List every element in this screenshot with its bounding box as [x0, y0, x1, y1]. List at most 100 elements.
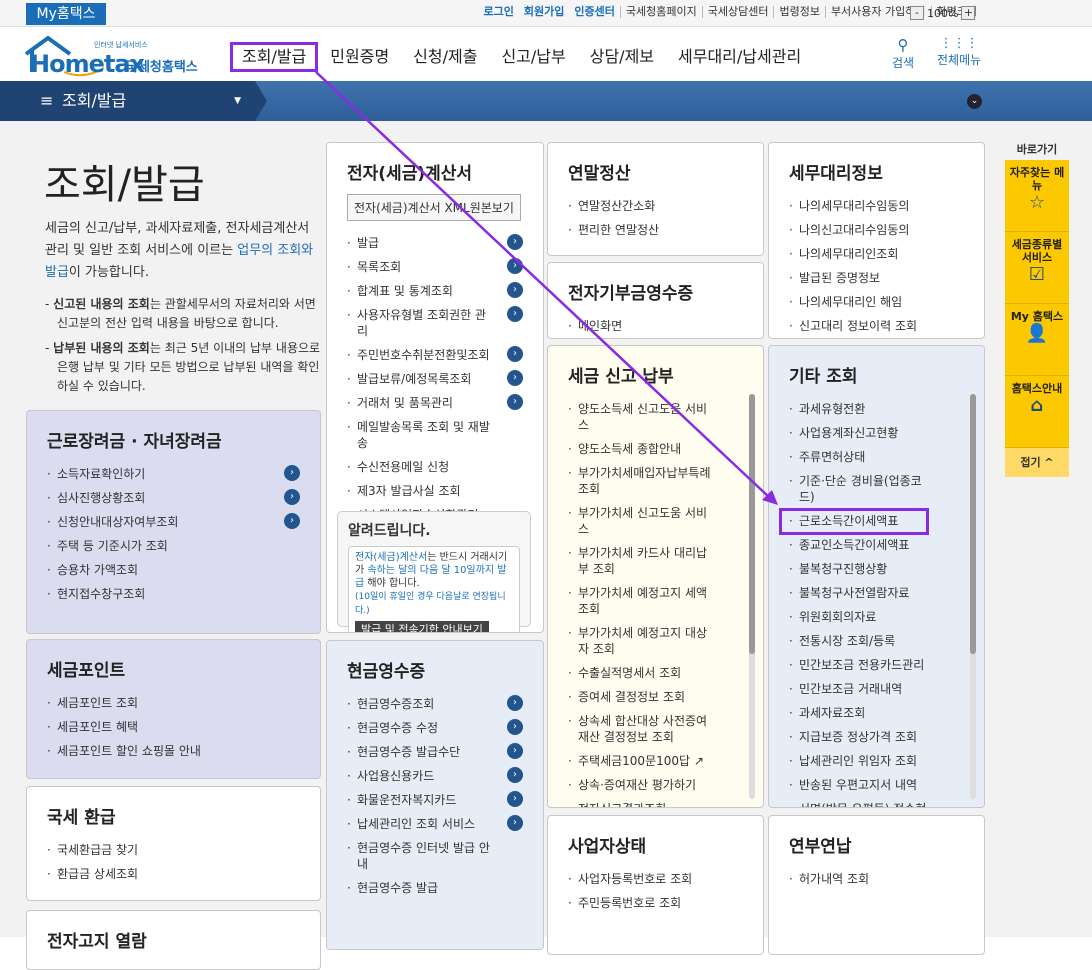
deadline-guide-button[interactable]: 발급 및 전송기한 안내보기 — [355, 621, 489, 632]
menu-item[interactable]: 사업자등록번호로 조회 — [568, 867, 743, 891]
menu-item[interactable]: 허가내역 조회 — [789, 867, 964, 891]
xml-view-button[interactable]: 전자(세금)계산서 XML원본보기 — [347, 194, 521, 221]
menu-item[interactable]: 전통시장 조회/등록 — [789, 629, 964, 653]
menu-item[interactable]: 메인화면 — [568, 314, 743, 338]
chevron-right-icon[interactable]: › — [507, 791, 523, 807]
quick-link-3[interactable]: 홈택스안내 ⌂ — [1005, 376, 1069, 448]
menu-item[interactable]: 부가가치세 예정고지 세액조회 — [568, 581, 743, 621]
menu-item[interactable]: 화물운전자복지카드 › — [347, 788, 523, 812]
current-menu-dropdown[interactable]: ≡ 조회/발급 ▼ — [0, 81, 267, 121]
expand-icon[interactable]: ⌄ — [967, 94, 982, 109]
menu-item[interactable]: 사용자유형별 조회권한 관리 › — [347, 303, 523, 343]
menu-item[interactable]: 납세관리인 조회 서비스 › — [347, 812, 523, 836]
chevron-right-icon[interactable]: › — [284, 465, 300, 481]
fold-button[interactable]: 접기 ^ — [1005, 448, 1069, 477]
menu-item[interactable]: 주민번호수취분전환및조회 › — [347, 343, 523, 367]
menu-item[interactable]: 납세관리인 위임자 조회 — [789, 749, 964, 773]
menu-item[interactable]: 나의세무대리인조회 — [789, 242, 964, 266]
chevron-right-icon[interactable]: › — [507, 394, 523, 410]
menu-item[interactable]: 사업용신용카드 › — [347, 764, 523, 788]
menu-item[interactable]: 과세유형전환 — [789, 397, 964, 421]
top-link-5[interactable]: 법령정보 — [773, 6, 824, 18]
menu-item[interactable]: 소득자료확인하기 › — [47, 462, 300, 486]
menu-item[interactable]: 발급보류/예정목록조회 › — [347, 367, 523, 391]
gnb-item-5[interactable]: 세무대리/납세관리 — [666, 42, 813, 72]
menu-item[interactable]: 주택 등 기준시가 조회 — [47, 534, 300, 558]
top-link-3[interactable]: 국세청홈페이지 — [619, 6, 702, 18]
gnb-item-3[interactable]: 신고/납부 — [489, 42, 577, 72]
menu-item[interactable]: 현금영수증 발급 — [347, 876, 523, 900]
hometax-logo[interactable]: Hometax 인터넷 납세서비스 국세청홈택스 — [24, 35, 209, 78]
menu-item[interactable]: 불복청구진행상황 — [789, 557, 964, 581]
chevron-right-icon[interactable]: › — [507, 767, 523, 783]
chevron-right-icon[interactable]: › — [507, 695, 523, 711]
zoom-in-button[interactable]: + — [961, 6, 976, 20]
menu-item[interactable]: 현금영수증 수정 › — [347, 716, 523, 740]
menu-item[interactable]: 연말정산간소화 — [568, 194, 743, 218]
scrollbar-thumb[interactable] — [749, 394, 755, 654]
quick-link-2[interactable]: My 홈택스 👤 — [1005, 304, 1069, 376]
menu-item[interactable]: 민간보조금 거래내역 — [789, 677, 964, 701]
menu-item[interactable]: 부가가치세매입자납부특례조회 — [568, 461, 743, 501]
menu-item[interactable]: 부가가치세 카드사 대리납부 조회 — [568, 541, 743, 581]
menu-item[interactable]: 나의신고대리수임동의 — [789, 218, 964, 242]
chevron-right-icon[interactable]: › — [507, 282, 523, 298]
menu-item[interactable]: 나의세무대리인 해임 — [789, 290, 964, 314]
menu-item[interactable]: 지급보증 정상가격 조회 — [789, 725, 964, 749]
menu-item[interactable]: 나의세무대리수임동의 — [789, 194, 964, 218]
scrollbar[interactable] — [970, 394, 976, 799]
top-link-0[interactable]: 로그인 — [479, 6, 519, 18]
menu-item[interactable]: 목록조회 › — [347, 255, 523, 279]
chevron-right-icon[interactable]: › — [284, 489, 300, 505]
menu-item[interactable]: 세금포인트 할인 쇼핑몰 안내 — [47, 739, 300, 763]
menu-item[interactable]: 합계표 및 통계조회 › — [347, 279, 523, 303]
menu-item[interactable]: 과세자료조회 — [789, 701, 964, 725]
menu-item[interactable]: 신청안내대상자여부조회 › — [47, 510, 300, 534]
gnb-item-2[interactable]: 신청/제출 — [401, 42, 489, 72]
menu-item[interactable]: 불복청구사전열람자료 — [789, 581, 964, 605]
menu-item[interactable]: 거래처 및 품목관리 › — [347, 391, 523, 415]
menu-item[interactable]: 심사진행상황조회 › — [47, 486, 300, 510]
quick-link-0[interactable]: 자주찾는 메뉴 ☆ — [1005, 160, 1069, 232]
menu-item[interactable]: 종교인소득간이세액표 — [789, 533, 964, 557]
menu-item[interactable]: 위원회회의자료 — [789, 605, 964, 629]
menu-item[interactable]: 메일발송목록 조회 및 재발송 — [347, 415, 523, 455]
chevron-right-icon[interactable]: › — [507, 815, 523, 831]
menu-item[interactable]: 세금포인트 혜택 — [47, 715, 300, 739]
chevron-right-icon[interactable]: › — [507, 743, 523, 759]
menu-item[interactable]: 양도소득세 종합안내 — [568, 437, 743, 461]
menu-item[interactable]: 반송된 우편고지서 내역 — [789, 773, 964, 797]
menu-item[interactable]: 승용차 가액조회 — [47, 558, 300, 582]
menu-item[interactable]: 현금영수증 발급수단 › — [347, 740, 523, 764]
top-link-2[interactable]: 인증센터 — [569, 6, 619, 18]
menu-item[interactable]: 발급된 증명정보 — [789, 266, 964, 290]
chevron-right-icon[interactable]: › — [507, 234, 523, 250]
gnb-item-0[interactable]: 조회/발급 — [230, 42, 319, 72]
menu-item[interactable]: 민간보조금 전용카드관리 — [789, 653, 964, 677]
my-hometax-tab[interactable]: My홈택스 — [26, 3, 106, 25]
chevron-right-icon[interactable]: › — [507, 306, 523, 322]
chevron-right-icon[interactable]: › — [507, 370, 523, 386]
all-menu-button[interactable]: ⋮⋮⋮ 전체메뉴 — [937, 36, 981, 68]
menu-item[interactable]: 양도소득세 신고도움 서비스 — [568, 397, 743, 437]
menu-item[interactable]: 국세환급금 찾기 — [47, 838, 300, 862]
menu-item[interactable]: 상속·증여재산 평가하기 — [568, 773, 743, 797]
gnb-item-4[interactable]: 상담/제보 — [578, 42, 666, 72]
gnb-item-1[interactable]: 민원증명 — [318, 42, 401, 72]
menu-item[interactable]: 사업용계좌신고현황 — [789, 421, 964, 445]
menu-item[interactable]: 주택세금100문100답 ↗ — [568, 749, 743, 773]
menu-item[interactable]: 주류면허상태 — [789, 445, 964, 469]
menu-item[interactable]: 상속세 합산대상 사전증여재산 결정정보 조회 — [568, 709, 743, 749]
menu-item[interactable]: 전자신고결과조회 — [568, 797, 743, 807]
quick-link-1[interactable]: 세금종류별 서비스 ☑ — [1005, 232, 1069, 304]
menu-item[interactable]: 기준·단순 경비율(업종코드) — [789, 469, 964, 509]
menu-item[interactable]: 현지접수창구조회 — [47, 582, 300, 606]
menu-item[interactable]: 증여세 결정정보 조회 — [568, 685, 743, 709]
scrollbar[interactable] — [749, 394, 755, 799]
top-link-1[interactable]: 회원가입 — [519, 6, 569, 18]
menu-item[interactable]: 주민등록번호로 조회 — [568, 891, 743, 915]
scrollbar-thumb[interactable] — [970, 394, 976, 654]
search-button[interactable]: ⚲ 검색 — [892, 36, 914, 71]
chevron-right-icon[interactable]: › — [284, 513, 300, 529]
menu-item[interactable]: 발급 › — [347, 231, 523, 255]
